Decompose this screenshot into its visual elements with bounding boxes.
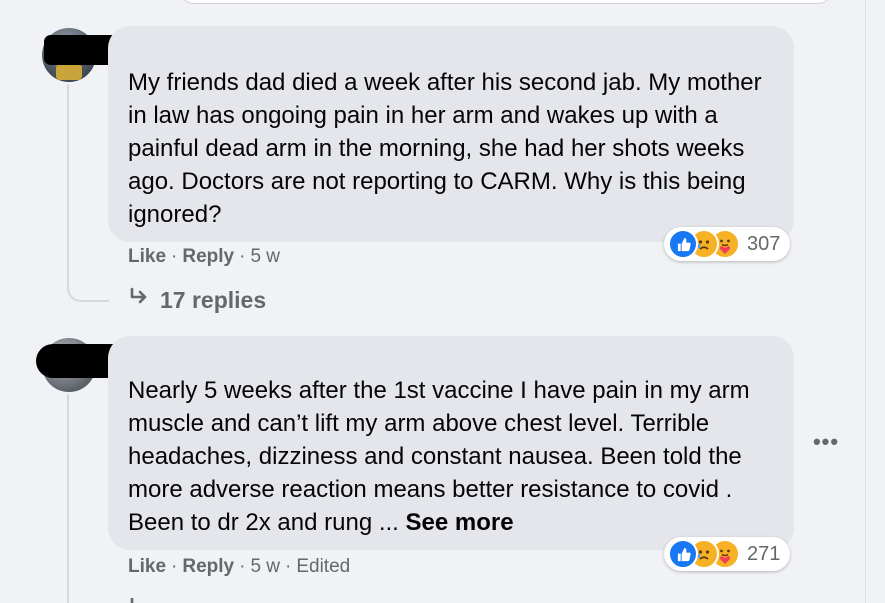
like-button[interactable]: Like — [128, 246, 166, 267]
reaction-summary[interactable]: 307 — [664, 227, 790, 261]
scrollbar-track[interactable] — [865, 0, 885, 603]
thread-connector — [67, 282, 109, 302]
timestamp[interactable]: 5 w — [250, 246, 280, 267]
reply-button[interactable]: Reply — [182, 246, 234, 267]
reaction-count: 307 — [747, 232, 781, 255]
like-button[interactable]: Like — [128, 556, 166, 577]
reply-button[interactable]: Reply — [182, 556, 234, 577]
replies-label: 17 replies — [160, 286, 267, 313]
comment-actions: Like · Reply · 5 w · Edited — [128, 556, 351, 577]
comment-bubble: My friends dad died a week after his sec… — [108, 26, 794, 242]
more-options-icon[interactable]: ••• — [808, 424, 844, 460]
view-replies-button[interactable]: 17 replies — [128, 286, 266, 314]
comment-text: Nearly 5 weeks after the 1st vaccine I h… — [128, 374, 778, 539]
like-icon — [668, 229, 698, 259]
comment-text: My friends dad died a week after his sec… — [128, 69, 762, 228]
edited-label[interactable]: Edited — [296, 556, 350, 577]
thread-line — [67, 394, 69, 603]
reaction-count: 271 — [747, 542, 781, 565]
view-replies-button-cut[interactable] — [128, 596, 150, 603]
like-icon — [668, 539, 698, 569]
comment-bubble: Nearly 5 weeks after the 1st vaccine I h… — [108, 336, 794, 550]
reply-arrow-icon — [128, 286, 150, 314]
timestamp[interactable]: 5 w — [250, 556, 280, 577]
reaction-summary[interactable]: 271 — [664, 537, 790, 571]
thread-line — [67, 84, 69, 284]
comment-actions: Like · Reply · 5 w — [128, 246, 281, 267]
see-more-link[interactable]: See more — [406, 509, 514, 536]
previous-comment-edge — [180, 0, 832, 4]
